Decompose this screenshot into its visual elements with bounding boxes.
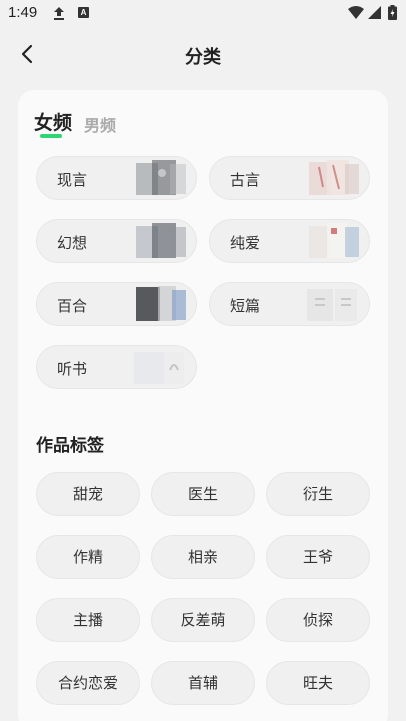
tag-pill[interactable]: 王爷 — [266, 535, 370, 579]
category-label: 现言 — [57, 171, 88, 189]
status-time: 1:49 — [8, 4, 38, 21]
tag-pill[interactable]: 首辅 — [151, 661, 255, 705]
category-label: 短篇 — [230, 297, 261, 315]
book-cover-icon — [136, 223, 186, 258]
category-label: 听书 — [57, 360, 88, 378]
book-cover-icon — [136, 286, 186, 321]
tag-pill[interactable]: 主播 — [36, 598, 140, 642]
category-label: 纯爱 — [230, 234, 261, 252]
tag-pill[interactable]: 作精 — [36, 535, 140, 579]
category-label: 古言 — [230, 171, 261, 189]
category-label: 幻想 — [57, 234, 88, 252]
app-a-icon: A — [78, 7, 89, 18]
category-card: 女频 男频 现言 古言 幻想 纯爱 百合 短篇 听书 作品标签 甜宠 医生 衍生… — [18, 90, 388, 721]
wifi-icon — [348, 6, 364, 19]
audiobook-icon — [134, 352, 184, 384]
header: 分类 — [0, 28, 406, 80]
category-pill[interactable]: 短篇 — [209, 282, 370, 326]
book-cover-icon — [307, 289, 357, 321]
section-title-tags: 作品标签 — [36, 436, 104, 456]
status-bar: 1:49 A — [0, 0, 406, 28]
category-pill[interactable]: 听书 — [36, 345, 197, 389]
tag-pill[interactable]: 医生 — [151, 472, 255, 516]
book-cover-icon — [309, 160, 359, 195]
category-pill[interactable]: 幻想 — [36, 219, 197, 263]
book-cover-icon — [136, 160, 186, 195]
battery-icon — [388, 5, 397, 20]
tag-pill[interactable]: 相亲 — [151, 535, 255, 579]
category-pill[interactable]: 纯爱 — [209, 219, 370, 263]
category-label: 百合 — [57, 297, 88, 315]
active-tab-indicator — [40, 134, 62, 138]
category-pill[interactable]: 现言 — [36, 156, 197, 200]
tag-pill[interactable]: 反差萌 — [151, 598, 255, 642]
upload-icon — [54, 7, 64, 20]
tab-male[interactable]: 男频 — [84, 112, 116, 136]
tag-pill[interactable]: 甜宠 — [36, 472, 140, 516]
tag-pill[interactable]: 侦探 — [266, 598, 370, 642]
book-cover-icon — [309, 223, 359, 258]
page-title: 分类 — [185, 47, 221, 68]
signal-icon — [368, 6, 381, 19]
category-pill[interactable]: 百合 — [36, 282, 197, 326]
tab-female[interactable]: 女频 — [34, 108, 72, 135]
tag-pill[interactable]: 衍生 — [266, 472, 370, 516]
tag-pill[interactable]: 旺夫 — [266, 661, 370, 705]
category-pill[interactable]: 古言 — [209, 156, 370, 200]
tag-pill[interactable]: 合约恋爱 — [36, 661, 140, 705]
